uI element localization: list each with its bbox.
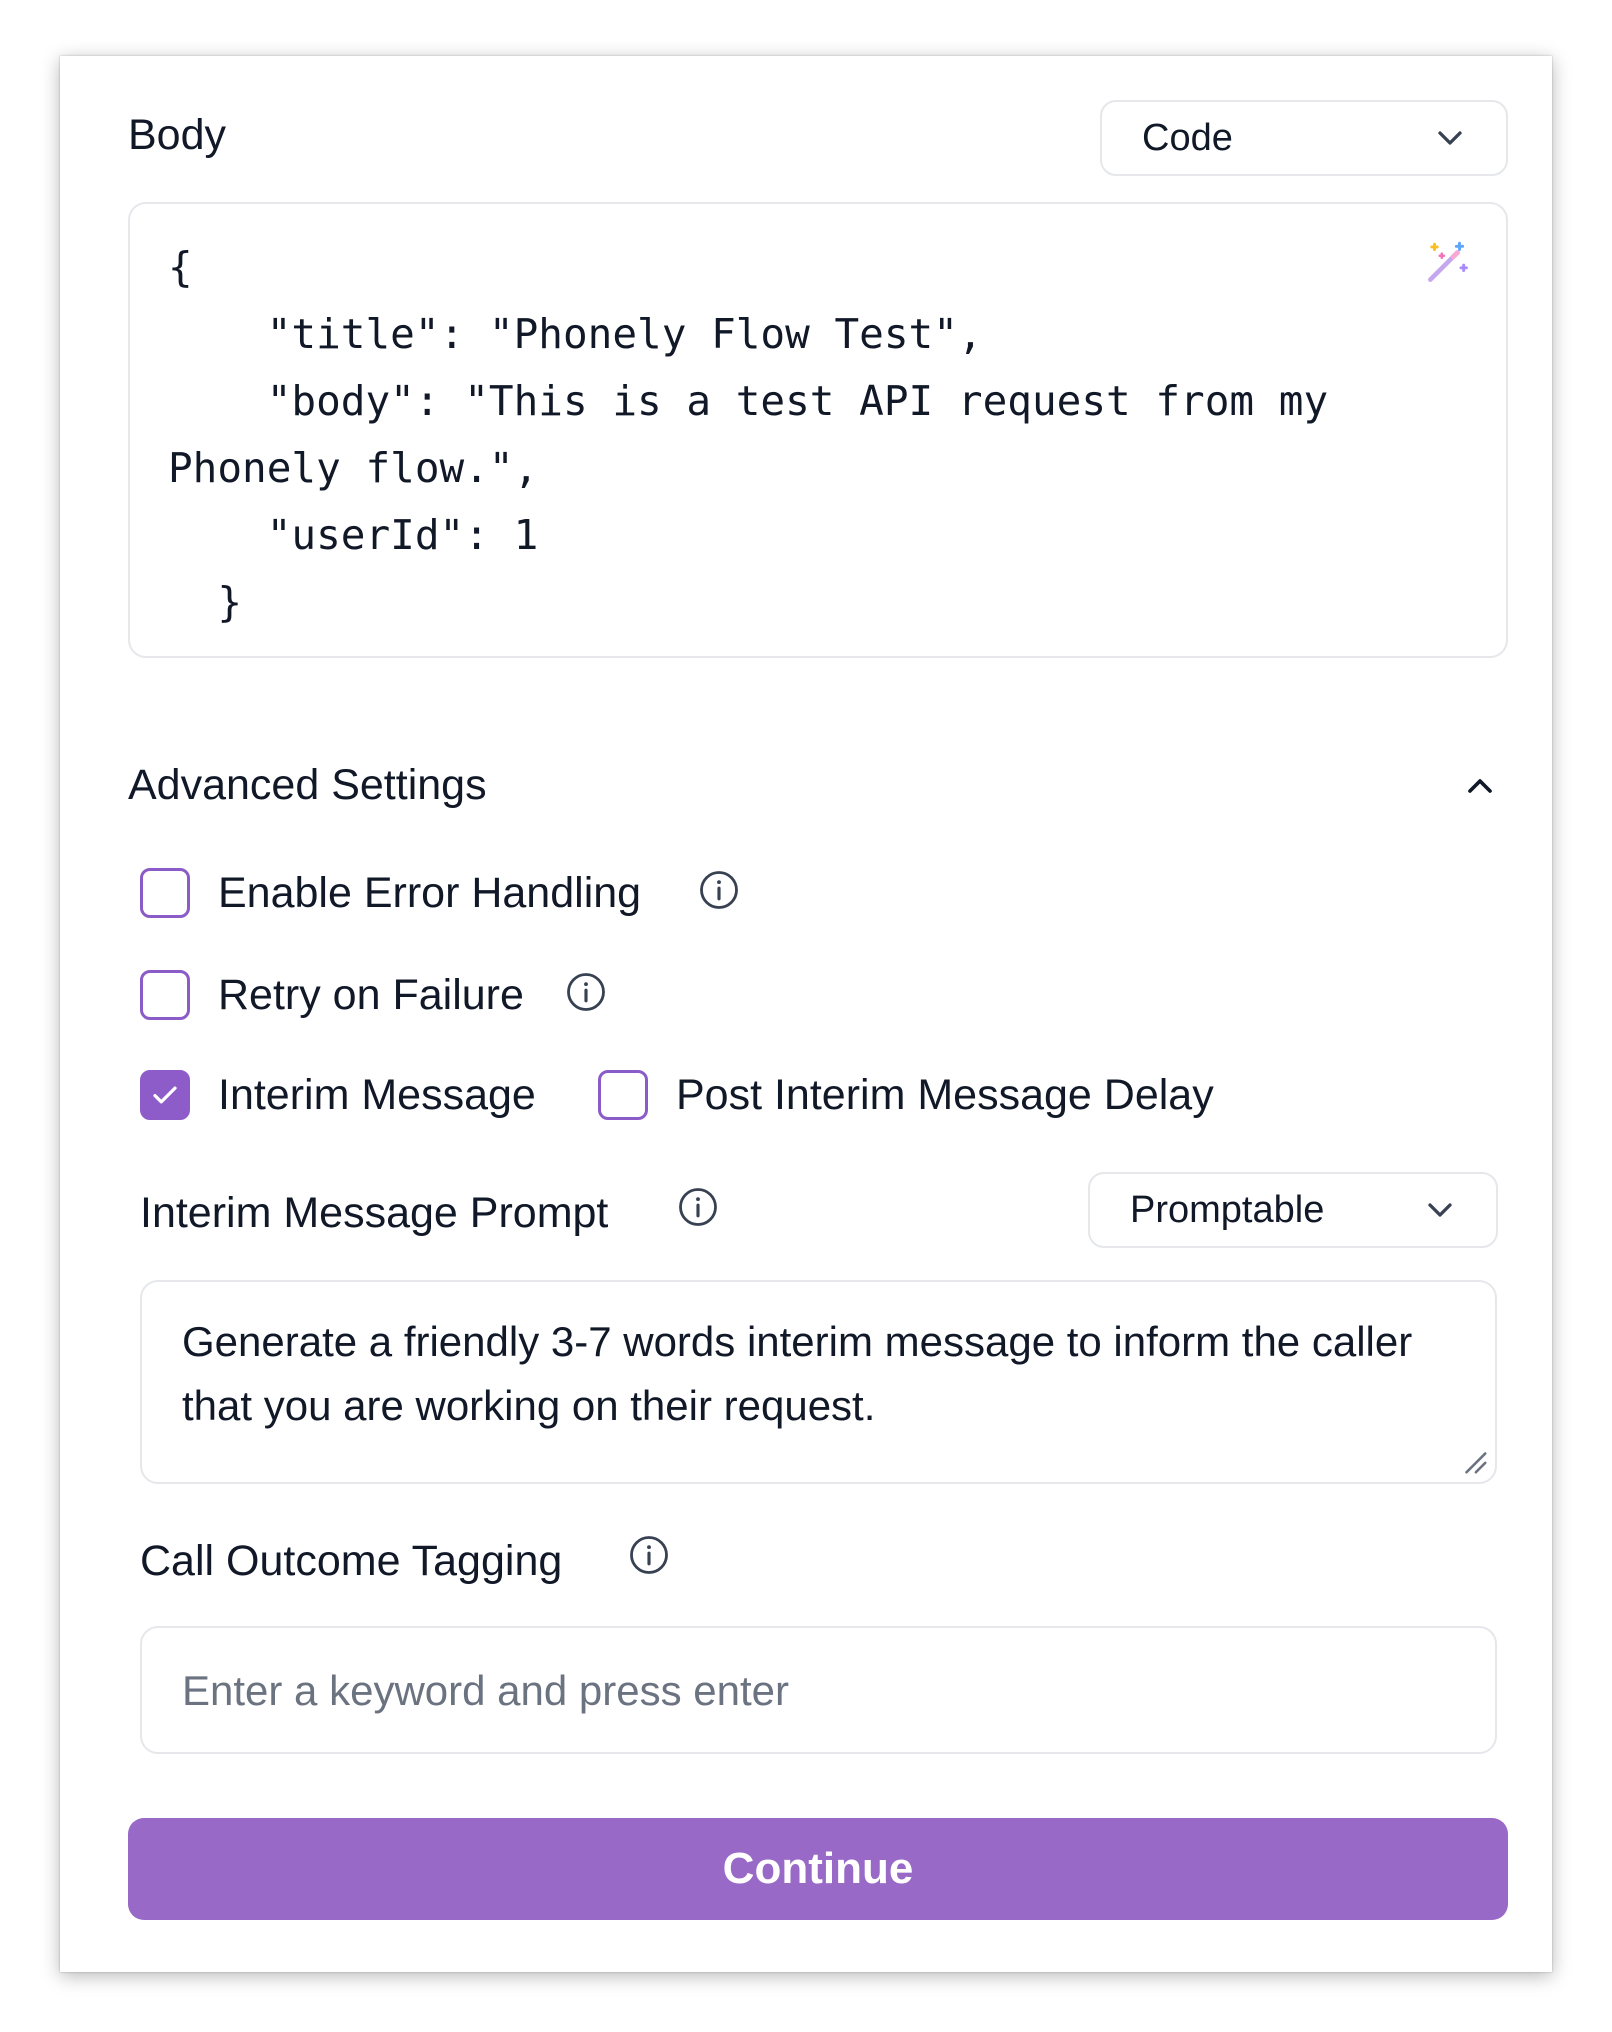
- info-icon[interactable]: [565, 971, 607, 1013]
- error-handling-label: Enable Error Handling: [218, 869, 642, 917]
- chevron-up-icon[interactable]: [1460, 766, 1500, 806]
- body-title: Body: [128, 111, 227, 159]
- advanced-settings-title: Advanced Settings: [128, 761, 487, 809]
- interim-message-label: Interim Message: [218, 1071, 536, 1119]
- interim-prompt-text[interactable]: Generate a friendly 3-7 words interim me…: [182, 1310, 1442, 1438]
- node-settings-panel: Body Code { "title": "Phonely Flow Test"…: [60, 56, 1552, 1972]
- call-outcome-label: Call Outcome Tagging: [140, 1537, 563, 1585]
- checkmark-icon: [153, 1086, 177, 1104]
- chevron-down-icon: [1438, 131, 1462, 145]
- interim-message-checkbox[interactable]: [140, 1070, 190, 1120]
- chevron-down-icon: [1428, 1203, 1452, 1217]
- magic-wand-icon[interactable]: [1422, 238, 1472, 288]
- post-interim-delay-checkbox[interactable]: [598, 1070, 648, 1120]
- interim-prompt-label: Interim Message Prompt: [140, 1189, 609, 1237]
- call-outcome-placeholder: Enter a keyword and press enter: [182, 1667, 789, 1714]
- resize-handle-icon[interactable]: [1459, 1446, 1489, 1476]
- continue-label: Continue: [722, 1844, 914, 1893]
- retry-on-failure-label: Retry on Failure: [218, 971, 524, 1019]
- error-handling-checkbox[interactable]: [140, 868, 190, 918]
- body-code-editor[interactable]: { "title": "Phonely Flow Test", "body": …: [128, 202, 1508, 658]
- info-icon[interactable]: [698, 869, 740, 911]
- info-icon[interactable]: [677, 1186, 719, 1228]
- interim-prompt-textarea[interactable]: Generate a friendly 3-7 words interim me…: [140, 1280, 1497, 1484]
- body-mode-value: Code: [1142, 116, 1233, 159]
- interim-prompt-type-value: Promptable: [1130, 1188, 1325, 1231]
- info-icon[interactable]: [628, 1534, 670, 1576]
- interim-prompt-type-select[interactable]: Promptable: [1088, 1172, 1498, 1248]
- retry-on-failure-checkbox[interactable]: [140, 970, 190, 1020]
- post-interim-delay-label: Post Interim Message Delay: [676, 1071, 1214, 1119]
- call-outcome-input[interactable]: Enter a keyword and press enter: [140, 1626, 1497, 1754]
- body-code-text[interactable]: { "title": "Phonely Flow Test", "body": …: [168, 234, 1468, 636]
- continue-button[interactable]: Continue: [128, 1818, 1508, 1920]
- body-mode-select[interactable]: Code: [1100, 100, 1508, 176]
